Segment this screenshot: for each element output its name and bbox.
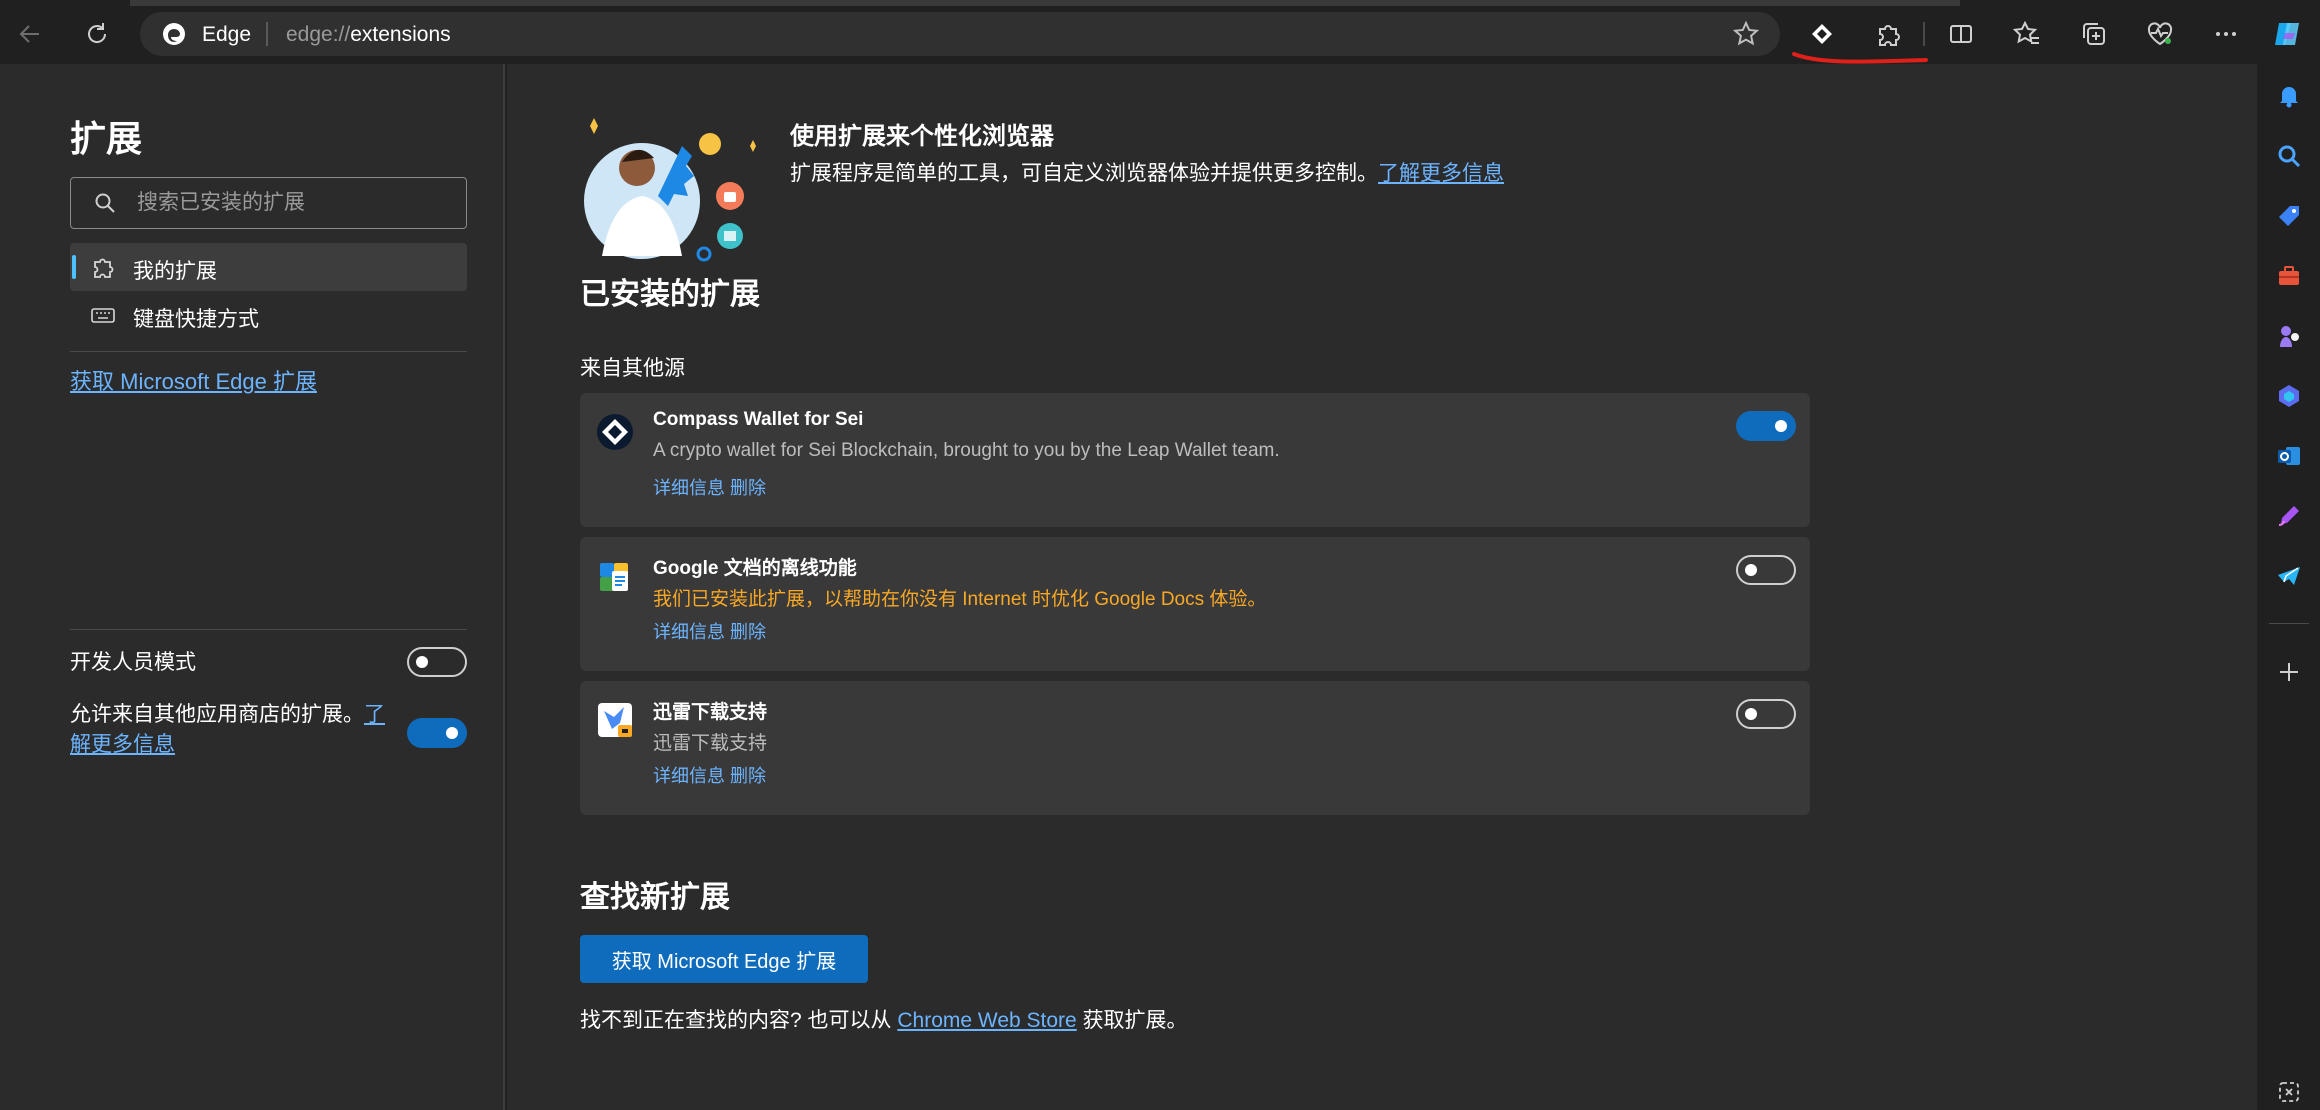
search-box[interactable] — [70, 177, 467, 229]
extension-warning-text: 我们已安装此扩展，以帮助在你没有 Internet 时优化 Google Doc… — [653, 589, 1267, 610]
sidebar-divider — [70, 351, 467, 352]
chrome-web-store-link[interactable]: Chrome Web Store — [897, 1009, 1076, 1032]
extension-name: Google 文档的离线功能 — [653, 558, 857, 579]
sidebar-item-my-extensions[interactable]: 我的扩展 — [70, 243, 467, 291]
edge-logo-icon — [163, 23, 185, 45]
sidebar-item-keyboard-shortcuts[interactable]: 键盘快捷方式 — [70, 291, 467, 339]
find-text-before: 找不到正在查找的内容? 也可以从 — [580, 1009, 892, 1032]
sidebar-border — [503, 64, 505, 1110]
copilot-icon[interactable] — [2266, 12, 2310, 56]
details-link[interactable]: 详细信息 — [653, 618, 725, 644]
split-screen-icon[interactable] — [1939, 12, 1983, 56]
details-link[interactable]: 详细信息 — [653, 762, 725, 788]
find-text-after: 获取扩展。 — [1082, 1009, 1188, 1032]
get-edge-extensions-link[interactable]: 获取 Microsoft Edge 扩展 — [70, 364, 317, 396]
url-path: extensions — [350, 23, 451, 46]
favorite-star-icon[interactable] — [1732, 20, 1760, 48]
keyboard-icon — [91, 308, 115, 323]
favorites-icon[interactable] — [2005, 12, 2049, 56]
installed-extensions-heading: 已安装的扩展 — [580, 278, 760, 311]
sidebar-divider — [70, 629, 467, 630]
hero-description: 扩展程序是简单的工具，可自定义浏览器体验并提供更多控制。了解更多信息 — [790, 157, 1504, 187]
find-extensions-text: 找不到正在查找的内容? 也可以从 Chrome Web Store 获取扩展。 — [580, 1004, 1188, 1034]
sidebar-item-label: 键盘快捷方式 — [133, 308, 259, 331]
address-separator — [266, 22, 268, 46]
refresh-icon[interactable] — [75, 12, 119, 56]
details-link[interactable]: 详细信息 — [653, 474, 725, 500]
find-new-extensions-heading: 查找新扩展 — [580, 881, 730, 914]
extensions-puzzle-icon — [94, 258, 114, 278]
site-name: Edge — [202, 23, 252, 46]
get-edge-extensions-button[interactable]: 获取 Microsoft Edge 扩展 — [580, 935, 868, 983]
allow-other-stores-text: 允许来自其他应用商店的扩展。了解更多信息 — [70, 700, 400, 760]
extensions-main: 使用扩展来个性化浏览器 扩展程序是简单的工具，可自定义浏览器体验并提供更多控制。… — [507, 64, 2257, 1110]
google-docs-offline-icon — [600, 563, 628, 591]
remove-link[interactable]: 删除 — [730, 618, 766, 644]
extension-card-xunlei-download: 迅雷下载支持 迅雷下载支持 详细信息 删除 — [580, 681, 1810, 815]
collections-icon[interactable] — [2072, 12, 2116, 56]
other-sources-label: 来自其他源 — [580, 357, 685, 380]
xunlei-download-icon — [598, 703, 632, 737]
url-text[interactable]: edge://extensions — [286, 23, 451, 47]
compass-wallet-icon — [597, 414, 633, 450]
extension-name: 迅雷下载支持 — [653, 702, 768, 723]
hero-title: 使用扩展来个性化浏览器 — [790, 123, 1054, 150]
toolbar-divider — [1923, 22, 1925, 46]
address-bar[interactable]: Edge edge://extensions — [140, 12, 1780, 56]
hero-description-text: 扩展程序是简单的工具，可自定义浏览器体验并提供更多控制。 — [790, 162, 1378, 185]
developer-mode-label: 开发人员模式 — [70, 651, 196, 674]
extension-name: Compass Wallet for Sei — [653, 409, 864, 430]
hero-learn-more-link[interactable]: 了解更多信息 — [1378, 162, 1504, 185]
allow-other-stores-toggle[interactable] — [407, 718, 467, 748]
active-indicator — [72, 255, 76, 279]
browser-toolbar: Edge edge://extensions — [0, 0, 2320, 64]
extension-description: 迅雷下载支持 — [653, 733, 768, 754]
tab-strip-edge — [130, 0, 1960, 6]
designer-icon[interactable] — [2273, 500, 2305, 532]
edge-sidebar-rail — [2257, 64, 2320, 1110]
bell-icon[interactable] — [2273, 80, 2305, 112]
allow-other-stores-label: 允许来自其他应用商店的扩展。 — [70, 703, 364, 726]
more-icon[interactable] — [2204, 12, 2248, 56]
telegram-icon[interactable] — [2273, 560, 2305, 592]
sidebar-title: 扩展 — [70, 118, 143, 159]
search-icon — [95, 193, 115, 213]
remove-link[interactable]: 删除 — [730, 762, 766, 788]
microsoft-365-icon[interactable] — [2273, 380, 2305, 412]
back-icon[interactable] — [8, 12, 52, 56]
developer-mode-toggle[interactable] — [407, 647, 467, 677]
extension-card-compass-wallet: Compass Wallet for Sei A crypto wallet f… — [580, 393, 1810, 527]
browser-essentials-icon[interactable] — [2138, 12, 2182, 56]
search-input[interactable] — [137, 188, 457, 218]
extension-enable-toggle[interactable] — [1736, 411, 1796, 441]
personalize-illustration — [584, 118, 756, 262]
tools-icon[interactable] — [2273, 260, 2305, 292]
rail-divider — [2269, 623, 2309, 624]
extensions-sidebar: 扩展 我的扩展 键盘快捷方式 获取 Microsoft Edge 扩展 开发人员… — [0, 64, 505, 1110]
add-icon[interactable] — [2273, 656, 2305, 688]
extension-enable-toggle[interactable] — [1736, 555, 1796, 585]
url-prefix: edge:// — [286, 23, 351, 46]
screenshot-icon[interactable] — [2273, 1076, 2305, 1108]
search-icon[interactable] — [2273, 140, 2305, 172]
outlook-icon[interactable] — [2273, 440, 2305, 472]
extension-card-google-docs-offline: Google 文档的离线功能 我们已安装此扩展，以帮助在你没有 Internet… — [580, 537, 1810, 671]
remove-link[interactable]: 删除 — [730, 474, 766, 500]
extension-enable-toggle[interactable] — [1736, 699, 1796, 729]
games-icon[interactable] — [2273, 320, 2305, 352]
sidebar-item-label: 我的扩展 — [133, 260, 217, 283]
extension-description: A crypto wallet for Sei Blockchain, brou… — [653, 440, 1280, 461]
shopping-tag-icon[interactable] — [2273, 200, 2305, 232]
